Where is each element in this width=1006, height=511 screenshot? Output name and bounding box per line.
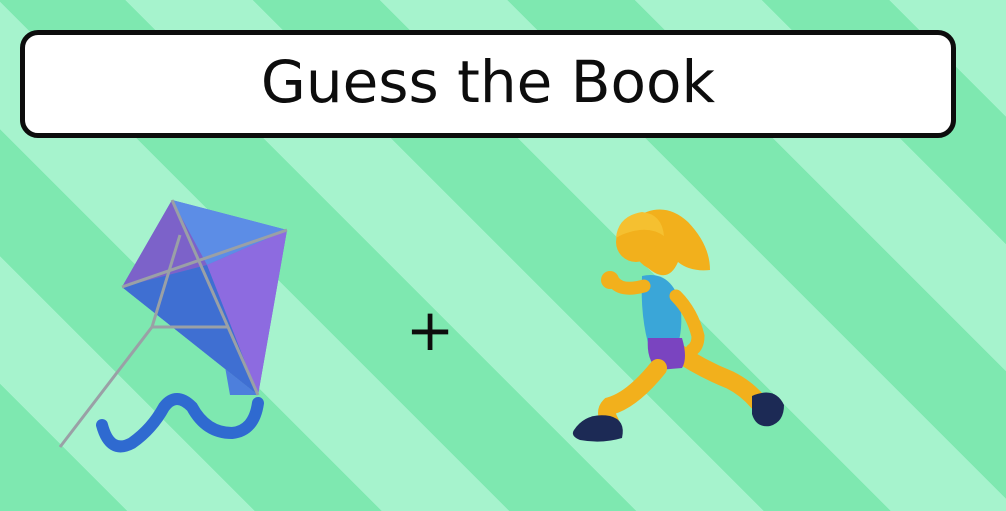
- operator-label: +: [405, 296, 455, 364]
- page-title: Guess the Book: [260, 48, 716, 116]
- plus-sign: +: [400, 300, 460, 360]
- guess-the-book-scene: Guess the Book +: [0, 0, 1006, 511]
- title-banner: Guess the Book: [20, 30, 956, 138]
- kite-icon: [52, 195, 302, 460]
- woman-running-icon: [570, 200, 795, 450]
